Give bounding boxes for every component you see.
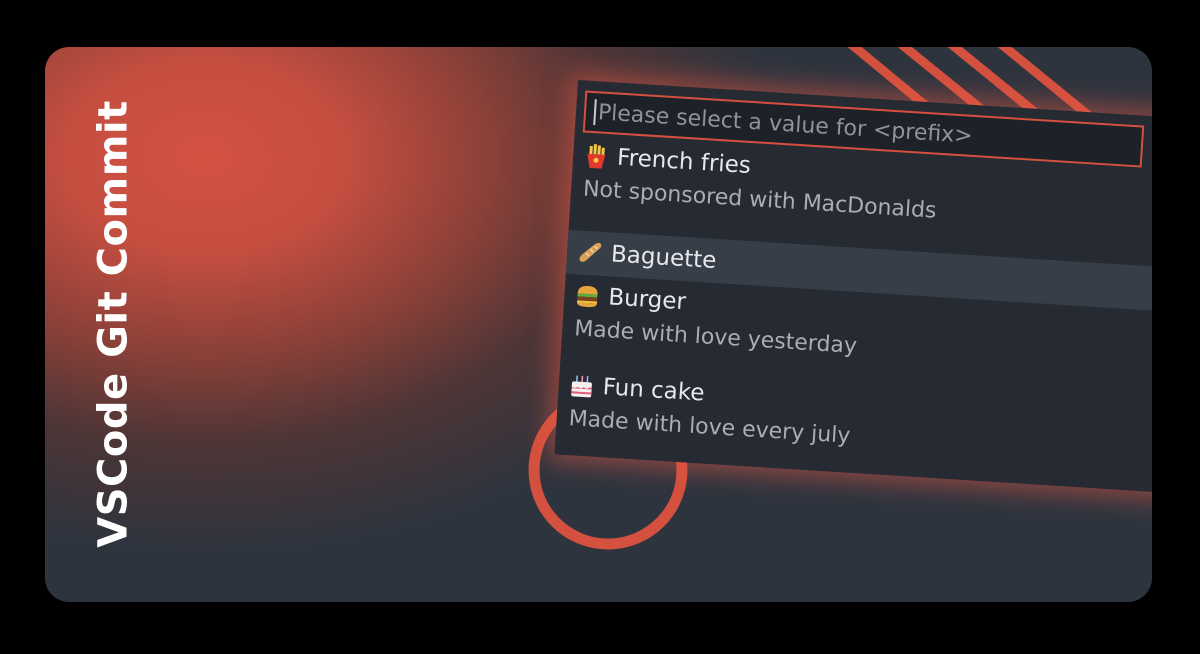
baguette-icon <box>579 242 602 262</box>
item-label: Baguette <box>610 241 718 275</box>
burger-icon <box>577 286 598 308</box>
birthday-cake-icon <box>571 375 592 398</box>
item-label: Burger <box>607 284 687 316</box>
item-label: French fries <box>616 144 752 179</box>
quick-pick-panel: French fries Not sponsored with MacDonal… <box>554 80 1152 494</box>
banner-title-wrapper: VSCode Git Commit <box>88 80 140 568</box>
banner-title: VSCode Git Commit <box>91 100 137 548</box>
french-fries-icon <box>587 144 606 169</box>
text-caret <box>593 99 597 126</box>
item-label: Fun cake <box>601 374 706 407</box>
